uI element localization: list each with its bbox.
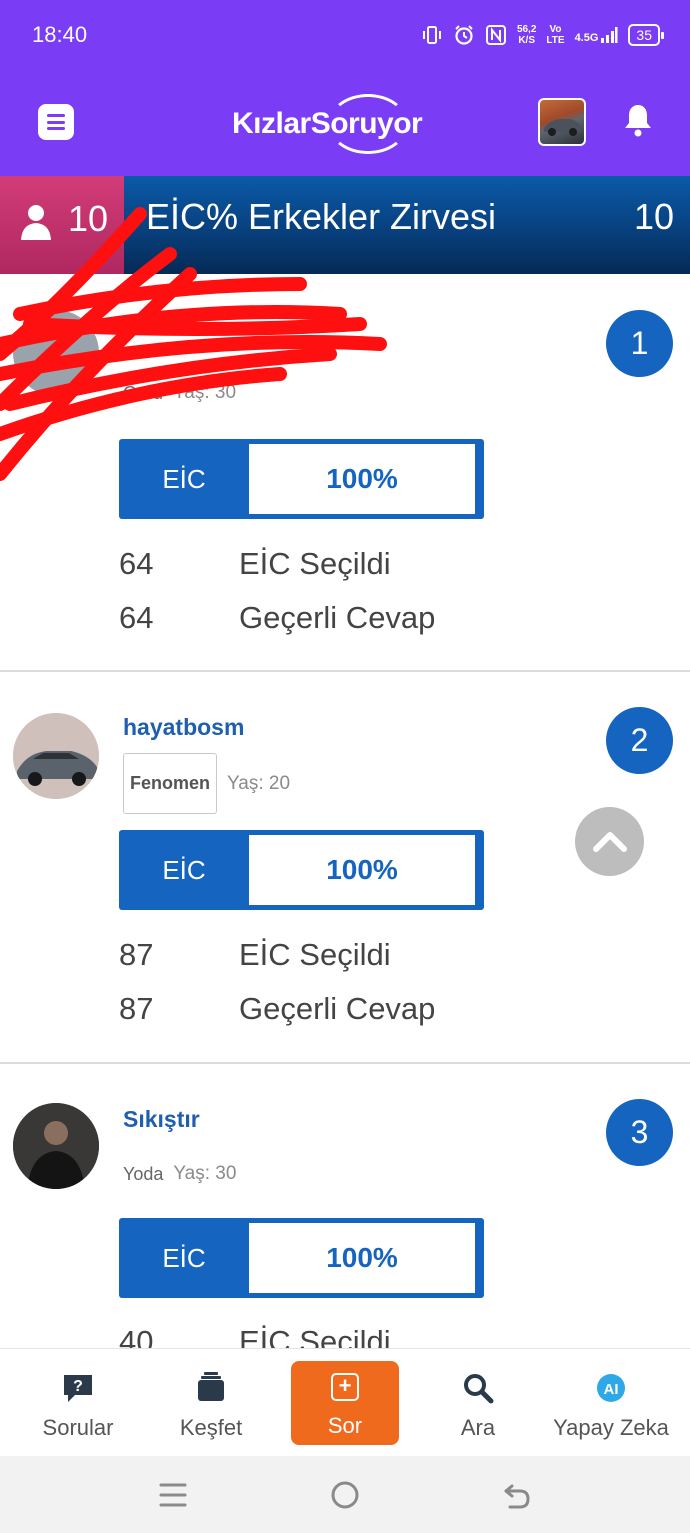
scroll-to-top-button[interactable] — [575, 807, 644, 876]
status-time: 18:40 — [32, 22, 88, 47]
person-image-icon — [13, 1103, 99, 1189]
user-age: Yaş: 20 — [227, 772, 291, 794]
user-name[interactable]: Sıkıştır — [123, 1106, 200, 1133]
redaction-scribble — [0, 207, 387, 481]
bottom-navigation: ? Sorular Keşfet + Sor Ara AI Yapay Zeka — [0, 1348, 690, 1456]
svg-text:AI: AI — [604, 1381, 619, 1398]
user-meta: Fenomen Yaş: 20 — [123, 753, 290, 814]
car-image-icon — [544, 119, 581, 136]
search-icon — [464, 1374, 494, 1404]
nfc-icon — [485, 25, 506, 45]
eic-label: EİC — [162, 1243, 206, 1273]
ask-question-button[interactable]: + Sor — [291, 1361, 399, 1445]
app-logo[interactable]: KızlarSoruyor — [232, 92, 462, 156]
rank-badge: 3 — [606, 1099, 673, 1166]
recent-apps-icon[interactable] — [159, 1482, 187, 1508]
eic-value: 100% — [249, 835, 475, 905]
user-level: Yoda — [123, 1163, 164, 1184]
question-bubble-icon: ? — [64, 1375, 92, 1402]
stat-valid-answers: 64 Geçerli Cevap — [119, 600, 436, 635]
stat-valid-answers: 87 Geçerli Cevap — [119, 991, 436, 1026]
nav-item-ara[interactable]: Ara — [418, 1349, 538, 1457]
signal-icon — [601, 27, 618, 43]
notification-bell-icon[interactable] — [622, 102, 654, 138]
volte-indicator: Vo LTE — [546, 24, 565, 46]
vibrate-icon — [422, 26, 441, 44]
plus-icon: + — [331, 1373, 359, 1401]
svg-text:?: ? — [73, 1378, 83, 1395]
eic-value: 100% — [249, 1223, 475, 1293]
back-icon[interactable] — [502, 1480, 532, 1510]
profile-avatar[interactable] — [538, 98, 586, 146]
user-meta: Yoda Yaş: 30 — [123, 1163, 236, 1185]
home-icon[interactable] — [330, 1480, 360, 1510]
nav-item-sorular[interactable]: ? Sorular — [18, 1349, 138, 1457]
user-name[interactable]: hayatbosm — [123, 714, 244, 741]
signal-indicator: 4.5G — [575, 26, 619, 44]
rank-badge: 1 — [606, 310, 673, 377]
status-bar: 18:40 56,2 K/S Vo LTE 4.5G 35 — [0, 0, 690, 72]
avatar[interactable] — [13, 1103, 99, 1189]
list-item[interactable]: Sıkıştır 3 Yoda Yaş: 30 EİC 100% 40 EİC S… — [0, 1064, 690, 1348]
nav-item-kesfet[interactable]: Keşfet — [151, 1349, 271, 1457]
car-image-icon — [13, 713, 99, 799]
stat-eic-selected: 64 EİC Seçildi — [119, 546, 391, 581]
alarm-icon — [455, 25, 473, 45]
battery-indicator: 35 — [628, 24, 664, 46]
nav-item-yapay-zeka[interactable]: AI Yapay Zeka — [551, 1349, 671, 1457]
user-age: Yaş: 30 — [173, 1163, 237, 1184]
stack-icon — [198, 1372, 224, 1401]
ai-icon: AI — [597, 1374, 625, 1402]
status-icons: 56,2 K/S Vo LTE 4.5G 35 — [421, 20, 664, 50]
menu-button[interactable] — [38, 104, 74, 140]
rank-badge: 2 — [606, 707, 673, 774]
avatar[interactable] — [13, 713, 99, 799]
eic-label: EİC — [162, 855, 206, 885]
system-navigation-bar — [0, 1456, 690, 1533]
user-level-badge: Fenomen — [123, 753, 218, 814]
chevron-up-icon — [593, 832, 627, 852]
list-item[interactable]: 1 Guru Yaş: 30 EİC 100% 64 EİC Seçildi 64… — [0, 207, 690, 670]
app-bar: KızlarSoruyor — [0, 72, 690, 176]
stat-eic-selected: 40 EİC Seçildi — [119, 1324, 391, 1348]
stat-eic-selected: 87 EİC Seçildi — [119, 937, 391, 972]
banner-count: 10 — [633, 196, 674, 237]
eic-rate-box: EİC 100% — [119, 830, 484, 910]
eic-rate-box: EİC 100% — [119, 1218, 484, 1298]
network-speed: 56,2 K/S — [516, 24, 537, 46]
